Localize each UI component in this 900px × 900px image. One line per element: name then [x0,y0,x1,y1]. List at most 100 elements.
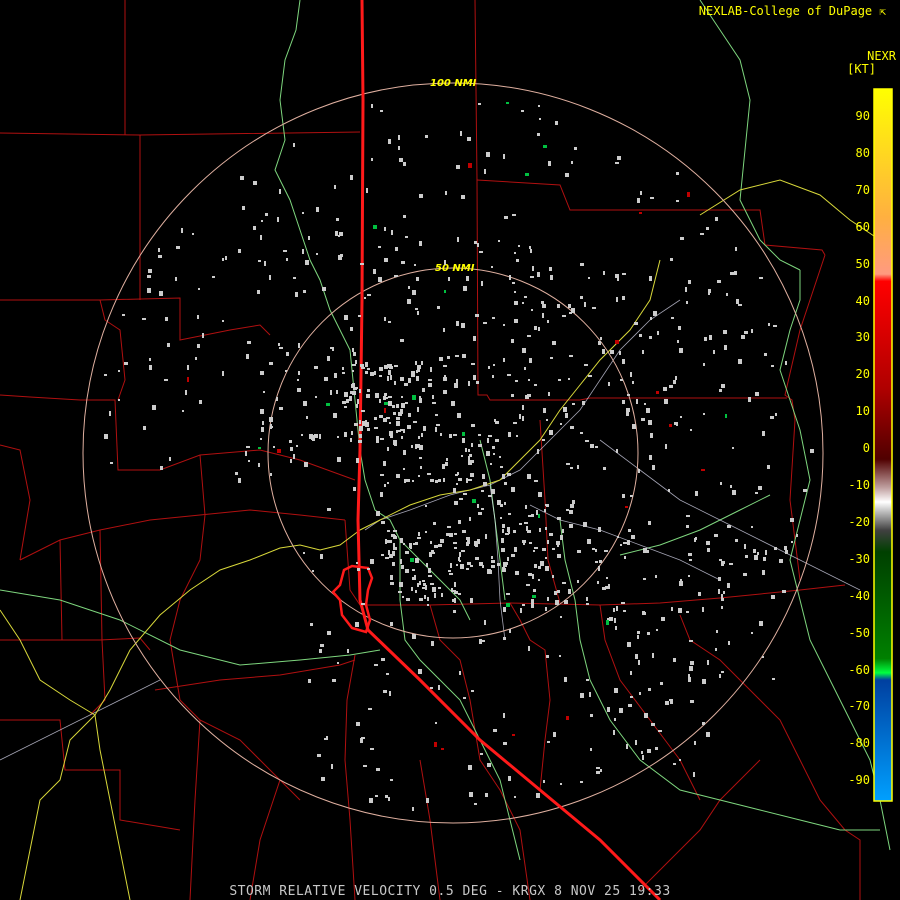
echo-pixel [580,781,583,783]
echo-pixel [415,558,419,563]
echo-pixel [721,564,724,566]
echo-pixel [481,508,484,510]
echo-pixel [638,660,640,665]
echo-pixel [509,275,511,280]
echo-pixel [248,460,250,462]
echo-pixel [483,482,487,486]
echo-pixel [405,569,409,573]
echo-pixel [386,417,390,419]
echo-pixel [376,511,380,516]
echo-pixel [258,260,261,262]
echo-pixel [425,505,427,507]
echo-pixel [519,414,521,419]
echo-pixel [344,406,347,408]
echo-pixel [656,629,658,631]
echo-pixel [387,376,389,381]
echo-pixel [502,474,505,479]
echo-pixel [637,631,640,634]
echo-pixel [524,522,528,524]
echo-pixel [622,494,625,498]
echo-pixel [260,438,262,440]
echo-pixel [403,543,405,545]
echo-pixel [560,535,563,540]
echo-pixel [350,175,353,180]
echo-pixel [508,432,511,437]
echo-pixel [481,281,483,286]
echo-pixel [353,487,356,491]
echo-pixel [701,469,705,471]
echo-pixel [331,764,333,769]
echo-pixel [454,533,457,535]
echo-pixel [332,679,336,682]
echo-pixel [192,233,194,235]
echo-pixel [320,644,324,647]
echo-pixel [518,245,520,247]
echo-pixel [560,423,562,425]
echo-pixel [359,426,363,431]
echo-pixel [744,331,748,334]
echo-pixel [544,509,546,512]
echo-pixel [529,542,532,544]
echo-pixel [430,687,433,689]
echo-pixel [388,797,390,801]
echo-pixel [584,364,588,366]
echo-pixel [547,320,549,323]
echo-pixel [613,608,615,612]
echo-pixel [630,696,633,698]
echo-pixel [381,554,384,556]
echo-pixel [418,436,420,439]
echo-pixel [346,399,349,403]
echo-pixel [434,593,436,598]
echo-pixel [453,434,457,436]
echo-pixel [421,361,423,365]
echo-pixel [466,276,469,281]
echo-pixel [751,526,753,528]
echo-pixel [301,434,303,436]
echo-pixel [415,590,417,593]
echo-pixel [394,381,396,385]
echo-pixel [334,185,336,189]
echo-pixel [509,629,511,633]
echo-pixel [528,646,530,651]
echo-pixel [434,742,437,747]
echo-pixel [384,484,386,487]
echo-pixel [726,293,728,296]
echo-pixel [715,648,717,651]
echo-pixel [686,515,690,517]
echo-pixel [417,369,420,372]
echo-pixel [396,421,400,426]
echo-pixel [260,371,264,375]
echo-pixel [685,287,687,292]
echo-pixel [583,522,587,527]
echo-pixel [378,246,381,248]
echo-pixel [305,260,309,265]
echo-pixel [650,433,653,438]
echo-pixel [484,169,486,174]
echo-pixel [663,387,667,391]
echo-pixel [533,589,536,592]
echo-pixel [405,551,409,554]
echo-pixel [401,436,403,439]
echo-pixel [564,600,568,604]
echo-pixel [391,230,393,235]
echo-pixel [686,611,689,613]
echo-pixel [689,559,692,561]
echo-pixel [513,422,517,424]
echo-pixel [165,317,168,321]
echo-pixel [730,485,732,488]
echo-pixel [468,479,472,481]
echo-pixel [580,432,583,434]
echo-pixel [502,568,506,572]
echo-pixel [723,591,725,594]
echo-pixel [413,421,417,423]
echo-pixel [365,362,368,367]
echo-pixel [342,367,344,370]
echo-pixel [396,430,398,433]
echo-pixel [371,158,373,161]
echo-pixel [451,401,455,406]
echo-pixel [439,357,443,361]
echo-pixel [560,616,562,618]
echo-pixel [488,435,492,437]
echo-pixel [677,340,679,343]
echo-pixel [262,421,264,425]
